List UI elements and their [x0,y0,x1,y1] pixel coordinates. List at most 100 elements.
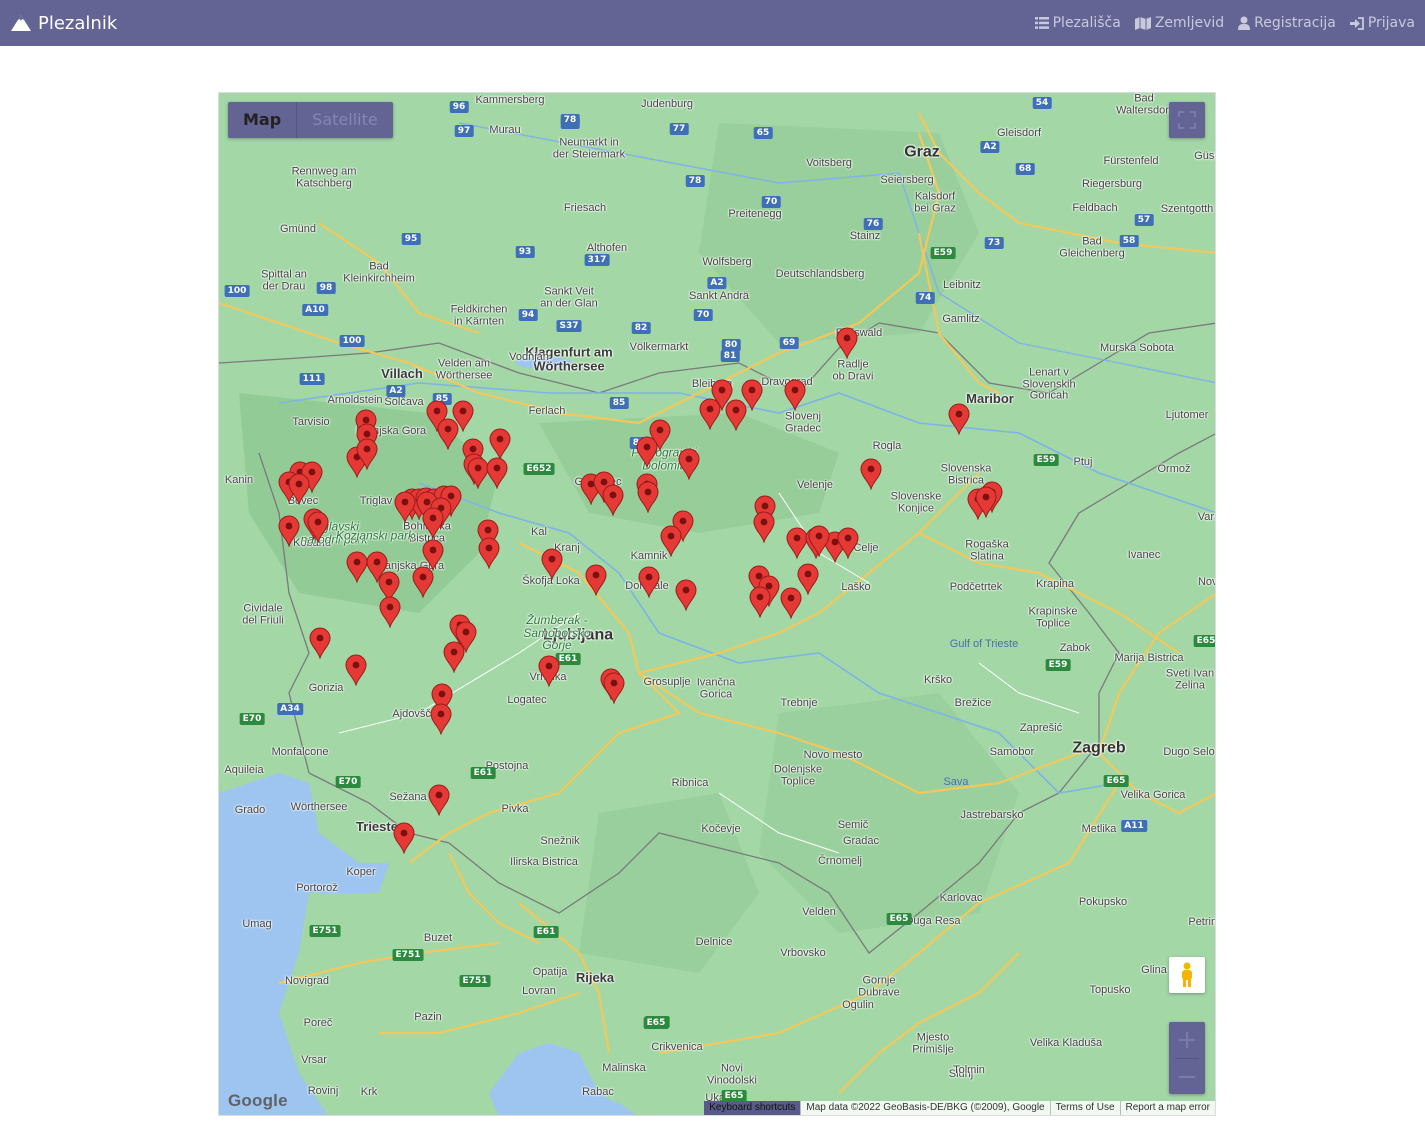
climbing-site-marker[interactable] [430,703,452,736]
climbing-site-marker[interactable] [345,654,367,687]
map-type-map-button[interactable]: Map [228,102,296,138]
climbing-site-marker[interactable] [948,403,970,436]
climbing-site-marker[interactable] [808,525,830,558]
climbing-site-marker[interactable] [753,511,775,544]
nav-item-prijava[interactable]: Prijava [1349,15,1415,31]
map-label: Gamlitz [942,313,980,326]
street-view-pegman[interactable] [1169,957,1205,993]
climbing-site-marker[interactable] [636,436,658,469]
map-label: Velden [802,906,836,919]
climbing-site-marker[interactable] [307,511,329,544]
climbing-site-marker[interactable] [780,587,802,620]
climbing-site-marker[interactable] [394,491,416,524]
map-label: Zagreb [1072,739,1126,757]
climbing-site-marker[interactable] [278,515,300,548]
climbing-site-marker[interactable] [288,473,310,506]
map-label: Krapina [1036,578,1074,591]
map-label: Ivančna Gorica [696,676,736,700]
climbing-site-marker[interactable] [699,398,721,431]
map-label: Samobor [989,746,1035,759]
climbing-site-marker[interactable] [603,672,625,705]
map-type-satellite-button[interactable]: Satellite [296,102,393,138]
zoom-in-button[interactable]: + [1169,1022,1205,1058]
nav-label: Zemljevid [1154,15,1225,31]
climbing-site-marker[interactable] [837,527,859,560]
report-map-error-link[interactable]: Report a map error [1119,1101,1215,1115]
road-shield: A11 [1121,820,1147,832]
map-label: Krk [360,1086,378,1099]
map-label: Radlje ob Dravi [832,358,874,382]
road-shield: 73 [984,237,1004,249]
map-label: Cividale del Friuli [242,602,284,626]
map-label: Bad Waltersdorf [1116,92,1172,116]
map-label: Rogla [872,440,902,453]
climbing-site-marker[interactable] [602,484,624,517]
climbing-site-marker[interactable] [541,548,563,581]
climbing-site-marker[interactable] [393,822,415,855]
climbing-site-marker[interactable] [860,458,882,491]
climbing-site-marker[interactable] [428,784,450,817]
climbing-site-marker[interactable] [538,655,560,688]
climbing-site-marker[interactable] [660,525,682,558]
google-logo[interactable]: Google [228,1091,288,1111]
road-shield: 100 [224,285,250,297]
climbing-site-marker[interactable] [412,566,434,599]
road-shield: 95 [401,233,421,245]
climbing-site-marker[interactable] [975,486,997,519]
map-label: Maribor [966,391,1014,407]
map-label: Slovenj Gradec [784,410,822,434]
climbing-site-marker[interactable] [437,418,459,451]
climbing-site-marker[interactable] [346,551,368,584]
zoom-out-button[interactable]: − [1169,1059,1205,1095]
climbing-site-marker[interactable] [489,428,511,461]
map-label: Ferlach [528,405,566,418]
climbing-site-marker[interactable] [443,641,465,674]
road-shield: 111 [299,373,325,385]
terms-of-use-link[interactable]: Terms of Use [1049,1101,1120,1115]
climbing-site-marker[interactable] [637,481,659,514]
road-shield: 94 [518,309,538,321]
map-label: Opatija [532,966,568,979]
road-shield: E65 [886,913,912,925]
map-label: Duga Resa [905,915,961,928]
map-label: Aquileia [224,764,264,777]
map-label: Lenart v Slovenskih Goricah [1022,366,1076,402]
climbing-site-marker[interactable] [678,448,700,481]
brand-link[interactable]: Plezalnik [10,13,117,34]
map-label: Topusko [1089,984,1131,997]
nav-item-zemljevid[interactable]: Zemljevid [1134,15,1225,31]
climbing-site-marker[interactable] [749,586,771,619]
climbing-site-marker[interactable] [784,379,806,412]
map-label: Völkermarkt [629,341,689,354]
road-shield: 65 [753,127,773,139]
climbing-site-marker[interactable] [836,327,858,360]
climbing-sites-map[interactable]: Graz Ljubljana Zagreb Maribor Villach Klagenf… [218,92,1216,1116]
fullscreen-button[interactable] [1169,102,1205,138]
map-type-control: Map Satellite [228,102,393,138]
map-label: Novo mesto [803,749,863,762]
climbing-site-marker[interactable] [309,627,331,660]
climbing-site-marker[interactable] [638,566,660,599]
climbing-site-marker[interactable] [486,457,508,490]
climbing-site-marker[interactable] [379,596,401,629]
map-label: Dugo Selo [1163,746,1215,759]
nav-item-registracija[interactable]: Registracija [1238,15,1336,31]
climbing-site-marker[interactable] [422,507,444,540]
map-pin-icon [837,527,859,560]
climbing-site-marker[interactable] [478,537,500,570]
map-label: Semič [837,819,869,832]
map-label: Ilirska Bistrica [510,856,578,869]
climbing-site-marker[interactable] [675,579,697,612]
climbing-site-marker[interactable] [725,399,747,432]
brand-name: Plezalnik [38,12,118,34]
road-shield: E59 [1033,454,1059,466]
climbing-site-marker[interactable] [585,564,607,597]
map-label: Güss [1194,150,1215,163]
map-label: Gmünd [279,223,317,236]
map-pin-icon [678,448,700,481]
keyboard-shortcuts-link[interactable]: Keyboard shortcuts [704,1101,801,1115]
mountain-icon [11,15,31,31]
nav-item-plezalisca[interactable]: Plezališča [1034,15,1121,31]
climbing-site-marker[interactable] [356,438,378,471]
map-label: Koper [346,866,376,879]
